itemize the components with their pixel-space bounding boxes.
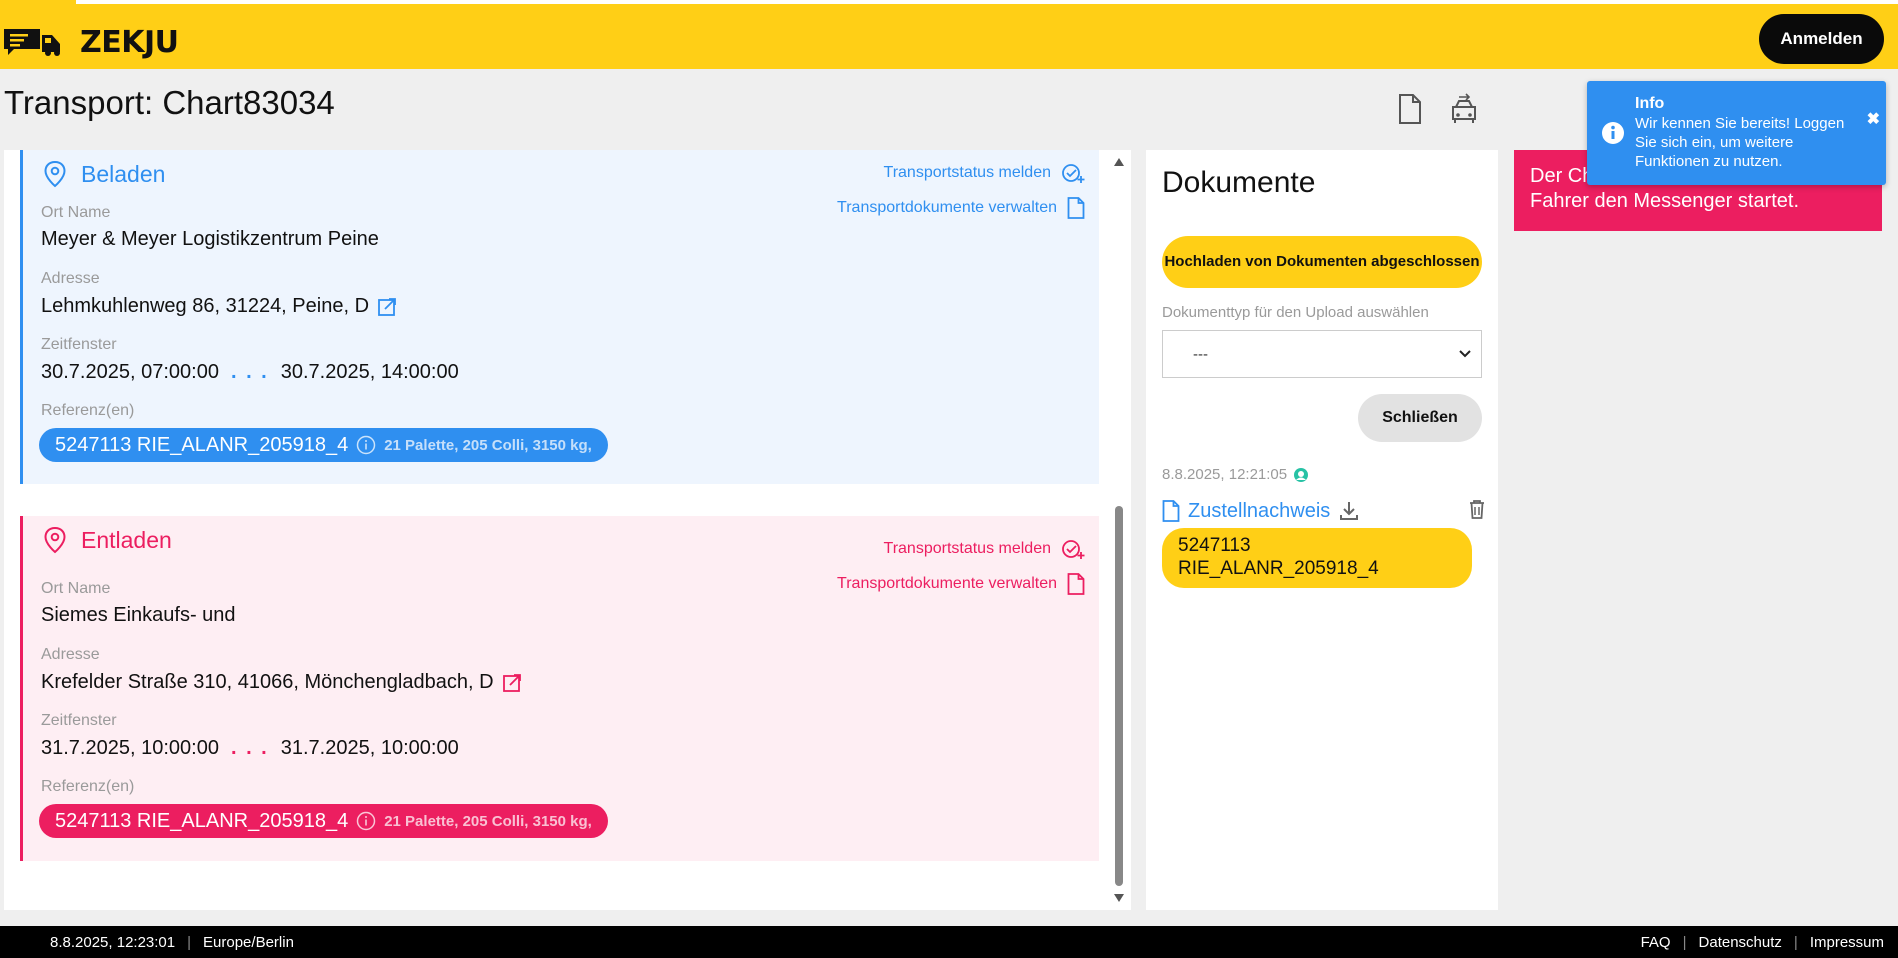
address-value: Lehmkuhlenweg 86, 31224, Peine, D [41,295,370,317]
scrollbar[interactable] [1110,150,1128,910]
address-row: Lehmkuhlenweg 86, 31224, Peine, D [41,295,397,318]
document-reference-pill: 5247113 RIE_ALANR_205918_4 [1162,528,1472,588]
reference-pill[interactable]: 5247113 RIE_ALANR_205918_4 21 Palette, 2… [39,428,608,462]
document-timestamp: 8.8.2025, 12:21:05 [1162,466,1288,483]
location-name: Siemes Einkaufs- und [41,604,236,626]
stop-load: Beladen Transportstatus melden Transport… [20,150,1099,484]
info-circle-icon [1602,122,1624,144]
document-item[interactable]: Zustellnachweis [1162,496,1486,526]
address-label: Adresse [41,270,100,287]
manage-docs-link[interactable]: Transportdokumente verwalten [837,573,1085,595]
manage-docs-link[interactable]: Transportdokumente verwalten [837,197,1085,219]
info-toast[interactable]: Info Wir kennen Sie bereits! Loggen Sie … [1587,81,1886,185]
address-value: Krefelder Straße 310, 41066, Mönchenglad… [41,671,494,693]
footer-separator: | [187,934,192,951]
report-status-link[interactable]: Transportstatus melden [884,538,1085,560]
footer-link-privacy[interactable]: Datenschutz [1699,934,1782,951]
reference-meta: 21 Palette, 205 Colli, 3150 kg, [384,812,592,830]
page-title: Transport: Chart83034 [4,84,335,121]
footer-separator: | [1793,934,1798,951]
doctype-label: Dokumenttyp für den Upload auswählen [1162,304,1429,321]
reference-meta: 21 Palette, 205 Colli, 3150 kg, [384,436,592,454]
doctype-value: --- [1193,345,1208,363]
location-pin-icon [44,526,66,554]
document-icon[interactable] [1394,92,1426,126]
footer-datetime: 8.8.2025, 12:23:01 [50,934,176,951]
document-timestamp-row: 8.8.2025, 12:21:05 [1162,466,1309,483]
toast-message: Wir kennen Sie bereits! Loggen Sie sich … [1635,115,1845,170]
footer-timezone: Europe/Berlin [203,934,294,951]
upload-complete-button[interactable]: Hochladen von Dokumenten abgeschlossen [1162,236,1482,288]
external-link-icon[interactable] [377,297,397,317]
window-separator: . . . [230,737,269,759]
driver-avatar-icon [1294,467,1309,482]
stop-title: Beladen [81,160,166,187]
footer-status: 8.8.2025, 12:23:01 | Europe/Berlin [50,934,294,951]
check-add-icon [1062,164,1085,183]
location-label: Ort Name [41,204,111,221]
external-link-icon[interactable] [502,673,522,693]
documents-panel: Dokumente Hochladen von Dokumenten abges… [1146,150,1498,910]
login-button[interactable]: Anmelden [1759,14,1884,64]
time-window: 31.7.2025, 10:00:00 . . . 31.7.2025, 10:00… [41,737,459,760]
window-from: 31.7.2025, 10:00:00 [41,737,219,759]
window-from: 30.7.2025, 07:00:00 [41,361,219,383]
stop-unload: Entladen Transportstatus melden Transpor… [20,516,1099,861]
toast-title: Info [1635,95,1665,112]
window-label: Zeitfenster [41,712,117,729]
manage-docs-label: Transportdokumente verwalten [837,575,1057,592]
address-row: Krefelder Straße 310, 41066, Mönchenglad… [41,671,522,694]
check-add-icon [1062,540,1085,559]
info-circle-icon [356,435,376,455]
document-name[interactable]: Zustellnachweis [1188,500,1330,523]
window-to: 30.7.2025, 14:00:00 [280,361,459,383]
location-pin-icon [44,160,66,188]
footer-link-faq[interactable]: FAQ [1641,934,1671,951]
close-icon[interactable]: ✖ [1867,109,1880,129]
truck-icon[interactable] [1448,92,1480,126]
window-separator: . . . [230,361,269,383]
chevron-down-icon [1459,350,1471,358]
report-status-label: Transportstatus melden [883,164,1051,181]
download-icon[interactable] [1338,500,1360,522]
info-circle-icon [356,811,376,831]
stop-title: Entladen [81,526,172,553]
title-actions [1394,92,1480,126]
report-status-label: Transportstatus melden [883,540,1051,557]
logo[interactable]: ZEKJU [4,24,179,60]
stop-header: Beladen [43,160,165,188]
close-button[interactable]: Schließen [1358,394,1482,442]
footer-separator: | [1682,934,1687,951]
report-status-link[interactable]: Transportstatus melden [884,162,1085,184]
logo-text: ZEKJU [80,24,179,60]
document-icon [1162,500,1180,522]
truck-chat-logo-icon [4,29,60,56]
stop-header: Entladen [43,526,172,554]
doctype-select[interactable]: --- [1162,330,1482,378]
document-icon [1067,573,1085,595]
scroll-thumb[interactable] [1115,506,1123,886]
window-to: 31.7.2025, 10:00:00 [280,737,459,759]
trash-icon[interactable] [1468,498,1486,520]
footer: 8.8.2025, 12:23:01 | Europe/Berlin FAQ |… [0,926,1898,958]
footer-links: FAQ | Datenschutz | Impressum [1641,934,1884,951]
documents-title: Dokumente [1162,166,1316,199]
reference-pill[interactable]: 5247113 RIE_ALANR_205918_4 21 Palette, 2… [39,804,608,838]
manage-docs-label: Transportdokumente verwalten [837,199,1057,216]
time-window: 30.7.2025, 07:00:00 . . . 30.7.2025, 14:00… [41,361,459,384]
window-label: Zeitfenster [41,336,117,353]
reference-value: 5247113 RIE_ALANR_205918_4 [55,809,349,832]
refs-label: Referenz(en) [41,778,135,795]
scroll-up-arrow[interactable] [1114,158,1124,166]
chat-banner-line2: Fahrer den Messenger startet. [1530,190,1800,212]
document-icon [1067,197,1085,219]
location-label: Ort Name [41,580,111,597]
reference-value: 5247113 RIE_ALANR_205918_4 [55,433,349,456]
footer-link-imprint[interactable]: Impressum [1810,934,1884,951]
refs-label: Referenz(en) [41,402,135,419]
scroll-down-arrow[interactable] [1114,894,1124,902]
location-name: Meyer & Meyer Logistikzentrum Peine [41,228,379,250]
app-header: ZEKJU Anmelden [0,4,1898,69]
address-label: Adresse [41,646,100,663]
